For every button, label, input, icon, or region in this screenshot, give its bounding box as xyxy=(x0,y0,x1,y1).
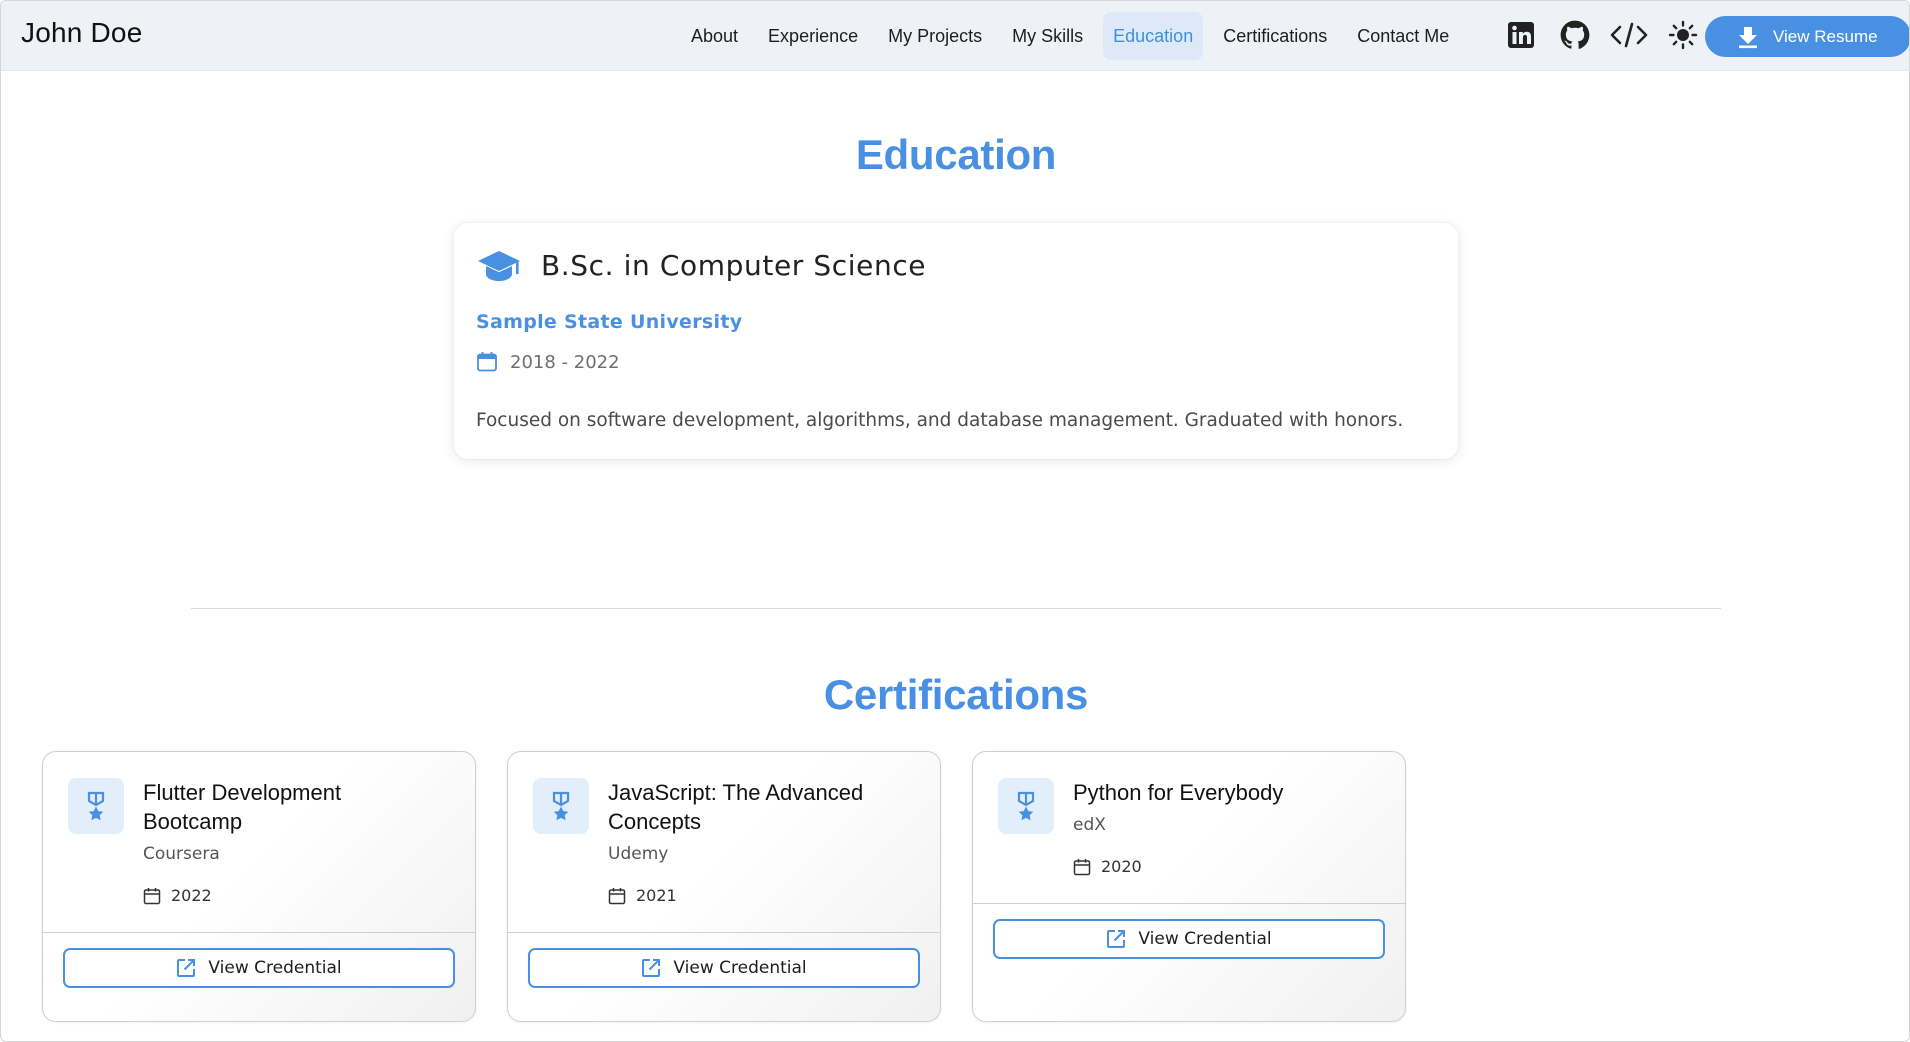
nav-about[interactable]: About xyxy=(681,12,748,60)
certifications-heading: Certifications xyxy=(823,671,1089,718)
certification-card: Python for Everybody edX 2020 View Crede… xyxy=(972,751,1406,1022)
view-credential-button[interactable]: View Credential xyxy=(993,919,1385,959)
sun-icon[interactable] xyxy=(1663,15,1703,55)
certification-issuer: Udemy xyxy=(608,844,669,864)
certification-issuer: edX xyxy=(1073,815,1106,835)
nav-links: About Experience My Projects My Skills E… xyxy=(681,12,1469,60)
award-icon xyxy=(998,778,1054,834)
certification-date: 2021 xyxy=(608,886,677,905)
certification-date: 2022 xyxy=(143,886,212,905)
certification-name: Python for Everybody xyxy=(1073,780,1284,805)
nav-certifications[interactable]: Certifications xyxy=(1213,12,1337,60)
education-heading: Education xyxy=(855,131,1057,178)
browser-frame: John Doe About Experience My Projects My… xyxy=(0,0,1910,1042)
view-resume-label: View Resume xyxy=(1773,26,1878,46)
education-dates: 2018 - 2022 xyxy=(476,351,620,373)
certification-year: 2022 xyxy=(171,886,212,905)
brand-name[interactable]: John Doe xyxy=(21,17,142,49)
nav-contact[interactable]: Contact Me xyxy=(1347,12,1459,60)
view-credential-label: View Credential xyxy=(208,958,342,978)
school-name: Sample State University xyxy=(476,311,743,333)
view-credential-button[interactable]: View Credential xyxy=(528,948,920,988)
card-divider xyxy=(973,903,1405,904)
certification-year: 2021 xyxy=(636,886,677,905)
linkedin-icon[interactable] xyxy=(1501,15,1541,55)
education-card: B.Sc. in Computer Science Sample State U… xyxy=(454,223,1458,459)
nav-skills[interactable]: My Skills xyxy=(1002,12,1093,60)
calendar-icon xyxy=(1073,858,1091,875)
nav-education[interactable]: Education xyxy=(1103,12,1204,60)
certification-name: Flutter Development Bootcamp xyxy=(143,780,342,834)
nav-experience[interactable]: Experience xyxy=(758,12,868,60)
section-divider xyxy=(191,608,1721,609)
education-date-range: 2018 - 2022 xyxy=(510,351,620,373)
award-icon xyxy=(68,778,124,834)
certification-year: 2020 xyxy=(1101,857,1142,876)
certification-card: Flutter Development Bootcamp Coursera 20… xyxy=(42,751,476,1022)
top-navbar: John Doe About Experience My Projects My… xyxy=(1,1,1909,71)
calendar-icon xyxy=(608,887,626,904)
view-credential-label: View Credential xyxy=(673,958,807,978)
card-divider xyxy=(43,932,475,933)
view-resume-button[interactable]: View Resume xyxy=(1705,16,1909,57)
card-divider xyxy=(508,932,940,933)
external-link-icon xyxy=(177,959,196,977)
calendar-icon xyxy=(477,352,497,372)
graduation-cap-icon xyxy=(476,247,522,292)
award-icon xyxy=(533,778,589,834)
download-icon xyxy=(1739,26,1757,48)
certification-card: JavaScript: The Advanced Concepts Udemy … xyxy=(507,751,941,1022)
nav-projects[interactable]: My Projects xyxy=(878,12,992,60)
code-icon[interactable] xyxy=(1609,15,1649,55)
certification-issuer: Coursera xyxy=(143,844,220,864)
certification-name: JavaScript: The Advanced Concepts xyxy=(608,780,864,834)
calendar-icon xyxy=(143,887,161,904)
external-link-icon xyxy=(642,959,661,977)
social-icons xyxy=(1501,15,1717,55)
degree-title: B.Sc. in Computer Science xyxy=(541,249,927,282)
education-description: Focused on software development, algorit… xyxy=(476,410,1404,431)
view-credential-label: View Credential xyxy=(1138,929,1272,949)
external-link-icon xyxy=(1107,930,1126,948)
github-icon[interactable] xyxy=(1555,15,1595,55)
view-credential-button[interactable]: View Credential xyxy=(63,948,455,988)
certification-date: 2020 xyxy=(1073,857,1142,876)
